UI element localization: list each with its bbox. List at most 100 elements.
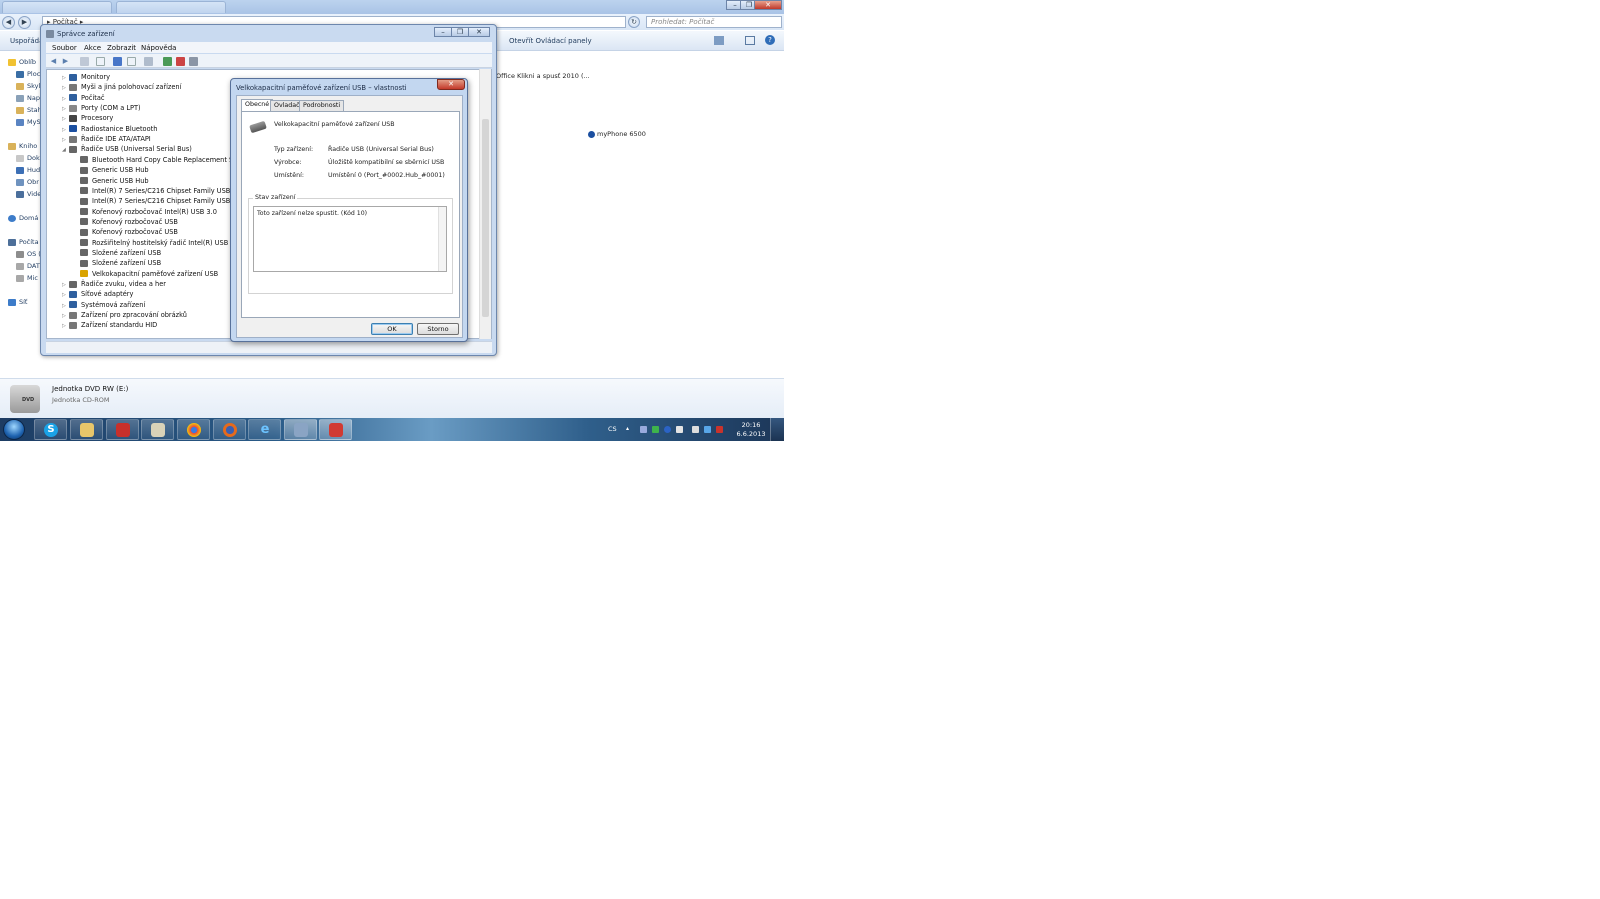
taskbar-pdf-icon[interactable] (319, 419, 352, 440)
taskbar-explorer-icon[interactable] (70, 419, 103, 440)
nav-item[interactable]: DAT (16, 262, 40, 270)
nav-item[interactable]: OS ( (16, 250, 41, 258)
taskbar-chrome-icon[interactable] (177, 419, 210, 440)
expander-icon[interactable]: ◢ (62, 145, 69, 155)
nav-item[interactable]: Vide (16, 190, 41, 198)
tree-node[interactable]: Bluetooth Hard Copy Cable Replacement Se… (73, 155, 242, 165)
nav-item[interactable]: Dok (16, 154, 40, 162)
tree-node[interactable]: ▷ Řadiče IDE ATA/ATAPI (62, 134, 151, 144)
nav-libraries[interactable]: Kniho (8, 142, 37, 150)
nav-item[interactable]: Mic (16, 274, 38, 282)
taskbar-mail-icon[interactable] (141, 419, 174, 440)
signal-icon[interactable] (640, 426, 647, 433)
bluetooth-tray-icon[interactable] (664, 426, 671, 433)
nav-item[interactable]: Nap (16, 94, 40, 102)
taskbar-firefox-icon[interactable] (213, 419, 246, 440)
close-button[interactable]: ✕ (754, 0, 782, 10)
office-item[interactable]: Office Klikni a spusť 2010 (... (496, 72, 590, 80)
network-tray-icon[interactable] (704, 426, 711, 433)
explorer-tab-1[interactable] (2, 1, 112, 13)
taskbar-skype-icon[interactable]: S (34, 419, 67, 440)
tree-node[interactable]: Intel(R) 7 Series/C216 Chipset Family US… (73, 186, 245, 196)
forward-arrow-icon[interactable]: ▶ (61, 57, 70, 66)
tree-node[interactable]: Kořenový rozbočovač USB (73, 217, 178, 227)
nav-item[interactable]: Obr (16, 178, 39, 186)
taskbar-ie-icon[interactable]: e (248, 419, 281, 440)
cancel-button[interactable]: Storno (417, 323, 459, 335)
clock[interactable]: 20:16 6.6.2013 (736, 421, 766, 439)
dm-minimize-button[interactable]: – (434, 27, 452, 37)
nav-network[interactable]: Síť (8, 298, 27, 306)
nav-item[interactable]: Stah (16, 106, 42, 114)
tree-scrollbar[interactable] (479, 69, 491, 339)
forward-button[interactable]: ▶ (18, 16, 31, 29)
menu-file[interactable]: Soubor (52, 44, 77, 52)
preview-pane-icon[interactable] (745, 36, 755, 45)
nav-item[interactable]: Skyl (16, 82, 40, 90)
open-control-panel-button[interactable]: Otevřít Ovládací panely (509, 37, 592, 45)
tab-details[interactable]: Podrobnosti (299, 100, 345, 111)
uninstall-icon[interactable] (176, 57, 185, 66)
scan-hardware-icon[interactable] (144, 57, 153, 66)
tree-node[interactable]: Intel(R) 7 Series/C216 Chipset Family US… (73, 196, 245, 206)
enable-device-icon[interactable] (189, 57, 198, 66)
dialog-close-button[interactable]: ✕ (437, 79, 465, 90)
menu-view[interactable]: Zobrazit (107, 44, 136, 52)
dm-maximize-button[interactable]: ❐ (451, 27, 469, 37)
view-icon[interactable] (714, 36, 724, 45)
tree-node[interactable]: Velkokapacitní paměťové zařízení USB (73, 269, 218, 279)
phone-item[interactable]: myPhone 6500 (588, 130, 646, 138)
dm-close-button[interactable]: ✕ (468, 27, 490, 37)
scroll-thumb[interactable] (482, 119, 489, 317)
tree-node[interactable]: ◢ Řadiče USB (Universal Serial Bus) (62, 144, 192, 154)
nav-item[interactable]: MyS (16, 118, 41, 126)
tree-node[interactable]: ▷ Počítač (62, 93, 104, 103)
explorer-tab-2[interactable] (116, 1, 226, 13)
device-status-textbox[interactable]: Toto zařízení nelze spustit. (Kód 10) (253, 206, 447, 272)
update-driver-icon[interactable] (163, 57, 172, 66)
tree-node[interactable]: ▷ Síťové adaptéry (62, 289, 133, 299)
tree-node[interactable]: Složené zařízení USB (73, 258, 161, 268)
show-hidden-icons-icon[interactable]: ▴ (626, 425, 633, 432)
tree-node[interactable]: ▷ Zařízení pro zpracování obrázků (62, 310, 187, 320)
show-desktop-button[interactable] (770, 418, 784, 441)
tree-node[interactable]: Generic USB Hub (73, 176, 149, 186)
expander-icon[interactable]: ▷ (62, 321, 69, 331)
antivirus-icon[interactable] (652, 426, 659, 433)
back-button[interactable]: ◀ (2, 16, 15, 29)
help-icon[interactable]: ? (765, 35, 775, 45)
ok-button[interactable]: OK (371, 323, 413, 335)
tree-node[interactable]: ▷ Řadiče zvuku, videa a her (62, 279, 166, 289)
volume-icon[interactable] (692, 426, 699, 433)
refresh-icon[interactable]: ↻ (628, 16, 640, 28)
nav-homegroup[interactable]: Domá (8, 214, 38, 222)
tree-node[interactable]: Kořenový rozbočovač Intel(R) USB 3.0 (73, 207, 217, 217)
back-arrow-icon[interactable]: ◀ (49, 57, 58, 66)
language-indicator[interactable]: CS (608, 425, 617, 433)
security-tray-icon[interactable] (716, 426, 723, 433)
help-book-icon[interactable] (113, 57, 122, 66)
tree-node[interactable]: ▷ Procesory (62, 113, 113, 123)
properties-icon[interactable] (96, 57, 105, 66)
menu-help[interactable]: Nápověda (141, 44, 176, 52)
menu-action[interactable]: Akce (84, 44, 101, 52)
status-scrollbar[interactable] (438, 207, 446, 271)
tree-node[interactable]: ▷ Zařízení standardu HID (62, 320, 157, 330)
tree-node[interactable]: ▷ Monitory (62, 72, 110, 82)
taskbar-red-app-icon[interactable] (106, 419, 139, 440)
nav-item[interactable]: Hud (16, 166, 40, 174)
nav-item[interactable]: Ploc (16, 70, 40, 78)
taskbar-device-manager-icon[interactable] (284, 419, 317, 440)
tree-node[interactable]: ▷ Radiostanice Bluetooth (62, 124, 157, 134)
start-button[interactable] (3, 419, 25, 440)
tree-node[interactable]: Rozšiřitelný hostitelský řadič Intel(R) … (73, 238, 241, 248)
tree-node[interactable]: ▷ Porty (COM a LPT) (62, 103, 141, 113)
tree-node[interactable]: ▷ Systémová zařízení (62, 300, 145, 310)
grid-icon[interactable] (127, 57, 136, 66)
search-input[interactable]: Prohledat: Počítač (646, 16, 782, 28)
tree-node[interactable]: ▷ Myši a jiná polohovací zařízení (62, 82, 181, 92)
tree-node[interactable]: Složené zařízení USB (73, 248, 161, 258)
nav-favorites[interactable]: Oblíb (8, 58, 36, 66)
tree-node[interactable]: Generic USB Hub (73, 165, 149, 175)
nav-computer[interactable]: Počíta (8, 238, 39, 246)
